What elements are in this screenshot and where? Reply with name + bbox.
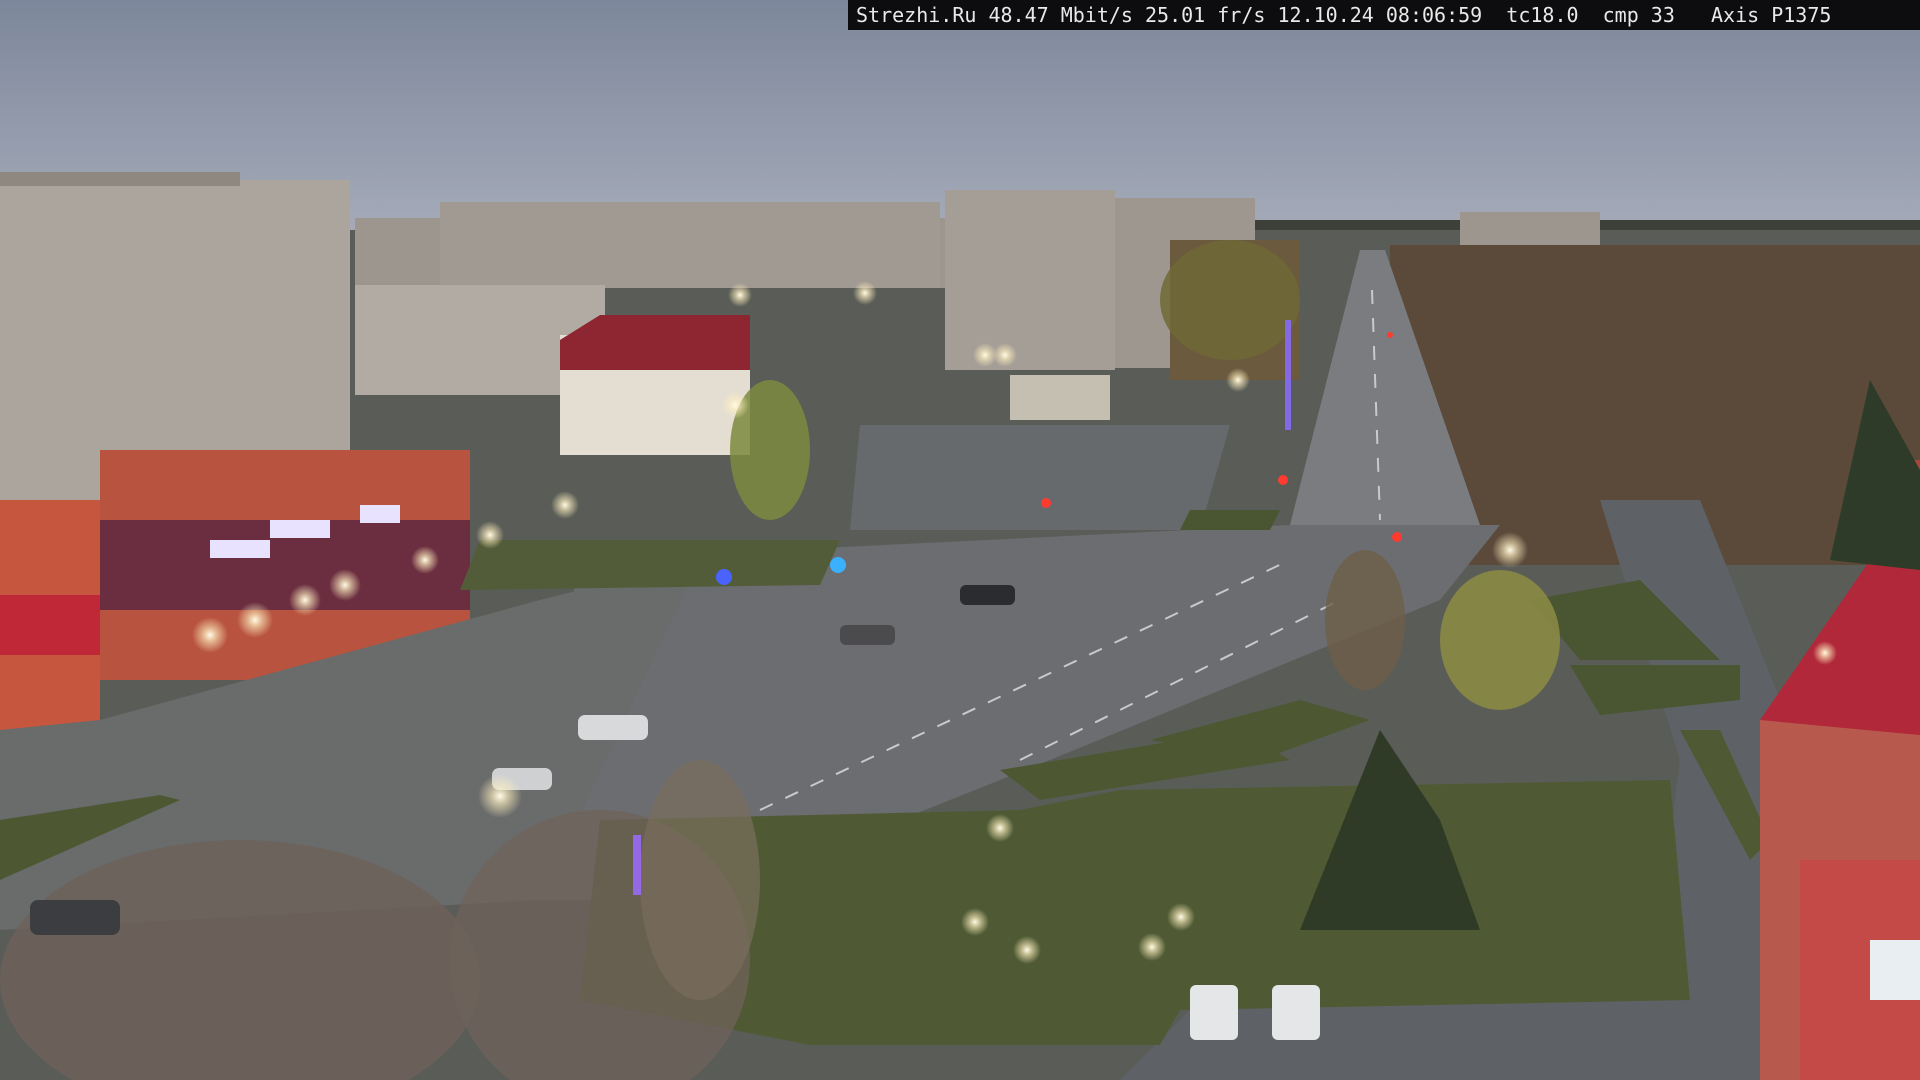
overlay-time: 08:06:59 xyxy=(1385,3,1483,27)
overlay-bitrate: 48.47 Mbit/s xyxy=(988,3,1133,27)
small-building xyxy=(1010,375,1110,420)
overlay-date: 12.10.24 xyxy=(1277,3,1374,27)
overlay-framerate: 25.01 fr/s xyxy=(1145,3,1266,27)
overlay-camera: Axis P1375 xyxy=(1711,3,1832,27)
parking-lot xyxy=(850,425,1230,530)
overlay-cmp: cmp 33 xyxy=(1602,3,1675,27)
overlay-site: Strezhi.Ru xyxy=(856,3,977,27)
webcam-scene xyxy=(0,0,1920,1080)
overlay-tc: tc18.0 xyxy=(1506,3,1579,27)
camera-info-overlay: Strezhi.Ru 48.47 Mbit/s 25.01 fr/s 12.10… xyxy=(848,0,1920,30)
